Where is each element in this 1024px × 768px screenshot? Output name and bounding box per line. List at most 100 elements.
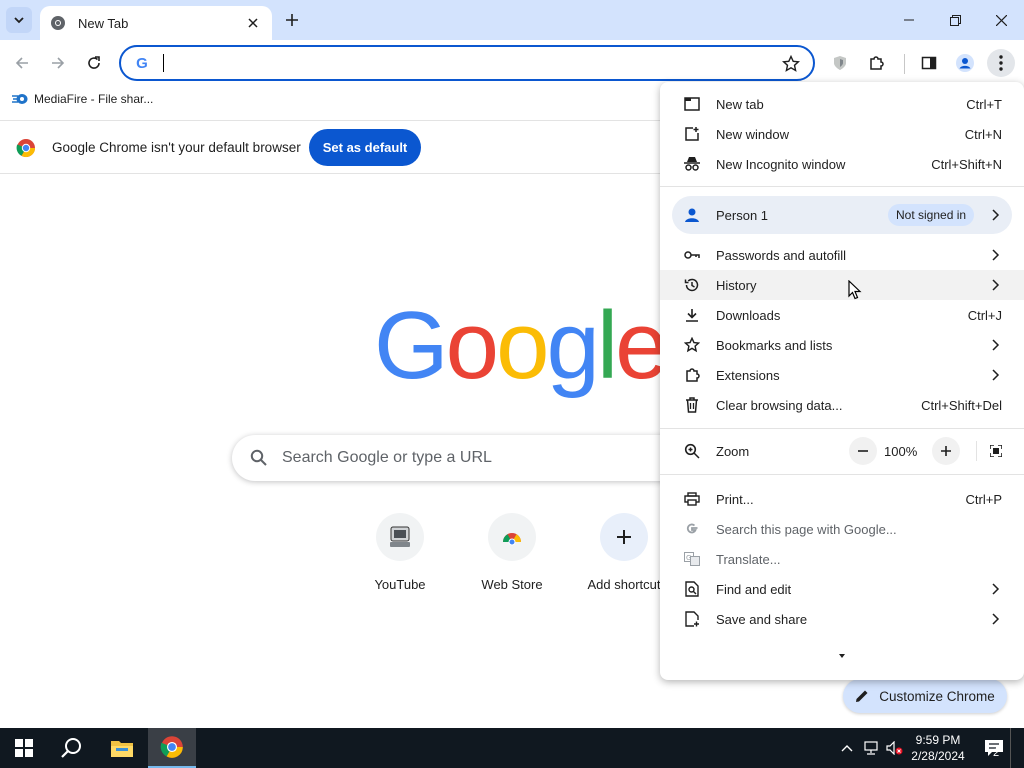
clock-date: 2/28/2024: [911, 749, 965, 763]
google-logo: Google: [374, 298, 669, 394]
menu-item-find-and-edit[interactable]: Find and edit: [660, 574, 1024, 604]
tab-new-tab[interactable]: New Tab: [40, 6, 272, 40]
shield-extension-button[interactable]: [826, 49, 854, 77]
taskbar-search-button[interactable]: [48, 728, 96, 768]
menu-button[interactable]: [987, 49, 1015, 77]
profile-button[interactable]: [951, 49, 979, 77]
menu-item-new-incognito[interactable]: New Incognito window Ctrl+Shift+N: [660, 149, 1024, 179]
windows-taskbar: 9:59 PM 2/28/2024: [0, 728, 1024, 768]
address-bar[interactable]: G: [119, 45, 815, 81]
incognito-icon: [684, 156, 700, 172]
reload-button[interactable]: [80, 49, 108, 77]
menu-item-clear-browsing-data[interactable]: Clear browsing data... Ctrl+Shift+Del: [660, 390, 1024, 420]
webstore-icon: [488, 513, 536, 561]
person-name: Person 1: [716, 208, 769, 223]
tab-title: New Tab: [78, 15, 129, 31]
minimize-button[interactable]: [886, 0, 932, 40]
file-explorer-button[interactable]: [98, 728, 146, 768]
menu-item-save-and-share[interactable]: Save and share: [660, 604, 1024, 634]
key-icon: [684, 247, 700, 263]
menu-more-arrow-icon[interactable]: [836, 652, 848, 660]
menu-item-translate[interactable]: G Translate...: [660, 544, 1024, 574]
fullscreen-button[interactable]: [982, 437, 1010, 465]
tray-overflow-icon[interactable]: [838, 740, 856, 756]
new-window-icon: [684, 126, 700, 142]
back-arrow-icon: [15, 57, 28, 69]
menu-item-bookmarks[interactable]: Bookmarks and lists: [660, 330, 1024, 360]
customize-chrome-label: Customize Chrome: [879, 688, 995, 704]
menu-label: New tab: [716, 96, 764, 112]
menu-label: Downloads: [716, 307, 781, 323]
close-window-button[interactable]: [978, 0, 1024, 40]
menu-shortcut: Ctrl+P: [965, 491, 1002, 507]
menu-divider: [660, 474, 1024, 475]
google-g-icon: G: [136, 54, 148, 72]
system-clock[interactable]: 9:59 PM 2/28/2024: [906, 732, 970, 764]
minus-icon: [858, 450, 868, 452]
chevron-right-icon: [990, 279, 1000, 291]
menu-item-person[interactable]: Person 1 Not signed in: [672, 196, 1012, 234]
bookmark-star-icon[interactable]: [781, 54, 801, 74]
download-icon: [684, 307, 700, 323]
restore-button[interactable]: [932, 0, 978, 40]
side-panel-button[interactable]: [915, 49, 943, 77]
mediafire-icon: [12, 94, 28, 104]
star-icon: [684, 337, 700, 353]
menu-label: Extensions: [716, 367, 780, 383]
new-tab-icon: [684, 96, 700, 112]
chrome-taskbar-button[interactable]: [148, 728, 196, 768]
zoom-out-button[interactable]: [849, 437, 877, 465]
puzzle-icon: [684, 367, 700, 383]
menu-label: Passwords and autofill: [716, 247, 847, 263]
find-page-icon: [684, 581, 700, 597]
mouse-cursor-icon: [848, 280, 862, 300]
restore-icon: [949, 14, 961, 26]
notification-count-badge: 2: [993, 747, 1000, 759]
trash-icon: [684, 397, 700, 413]
customize-chrome-button[interactable]: Customize Chrome: [843, 679, 1007, 713]
menu-item-search-page[interactable]: Search this page with Google...: [660, 514, 1024, 544]
zoom-in-button[interactable]: [932, 437, 960, 465]
set-as-default-button[interactable]: Set as default: [309, 129, 421, 166]
shortcut-web-store[interactable]: Web Store: [456, 513, 568, 592]
bookmark-label: MediaFire - File shar...: [34, 92, 154, 106]
menu-label: History: [716, 277, 757, 293]
shortcut-youtube[interactable]: YouTube: [344, 513, 456, 592]
menu-item-passwords[interactable]: Passwords and autofill: [660, 240, 1024, 270]
print-icon: [684, 491, 700, 507]
start-button[interactable]: [0, 728, 48, 768]
back-button[interactable]: [8, 49, 36, 77]
menu-item-extensions[interactable]: Extensions: [660, 360, 1024, 390]
toolbar: G: [0, 40, 1024, 86]
save-share-icon: [684, 611, 700, 627]
close-tab-icon[interactable]: [244, 14, 262, 32]
show-desktop-button[interactable]: [1010, 728, 1024, 768]
network-icon[interactable]: [862, 740, 880, 756]
menu-label: New Incognito window: [716, 156, 846, 172]
forward-button[interactable]: [44, 49, 72, 77]
infobar-message: Google Chrome isn't your default browser: [52, 140, 301, 155]
menu-label: Translate...: [716, 551, 781, 567]
menu-shortcut: Ctrl+J: [967, 307, 1002, 323]
chevron-right-icon: [990, 613, 1000, 625]
menu-label: Bookmarks and lists: [716, 337, 833, 353]
menu-item-new-tab[interactable]: New tab Ctrl+T: [660, 89, 1024, 119]
volume-muted-icon[interactable]: [886, 740, 904, 756]
extensions-button[interactable]: [862, 49, 890, 77]
more-vert-icon: [999, 55, 1003, 71]
menu-label: Find and edit: [716, 581, 792, 597]
new-tab-button[interactable]: [280, 8, 304, 32]
bookmark-mediafire[interactable]: MediaFire - File shar...: [12, 92, 153, 106]
menu-item-downloads[interactable]: Downloads Ctrl+J: [660, 300, 1024, 330]
menu-item-new-window[interactable]: New window Ctrl+N: [660, 119, 1024, 149]
google-g-icon: [684, 521, 700, 537]
toolbar-divider: [904, 54, 905, 74]
chrome-logo-icon: [160, 736, 183, 758]
plus-icon: [286, 14, 298, 26]
chevron-right-icon: [990, 339, 1000, 351]
search-placeholder: Search Google or type a URL: [282, 449, 492, 466]
menu-item-history[interactable]: History: [660, 270, 1024, 300]
menu-item-print[interactable]: Print... Ctrl+P: [660, 484, 1024, 514]
search-icon: [250, 449, 267, 466]
tab-search-button[interactable]: [6, 7, 32, 33]
